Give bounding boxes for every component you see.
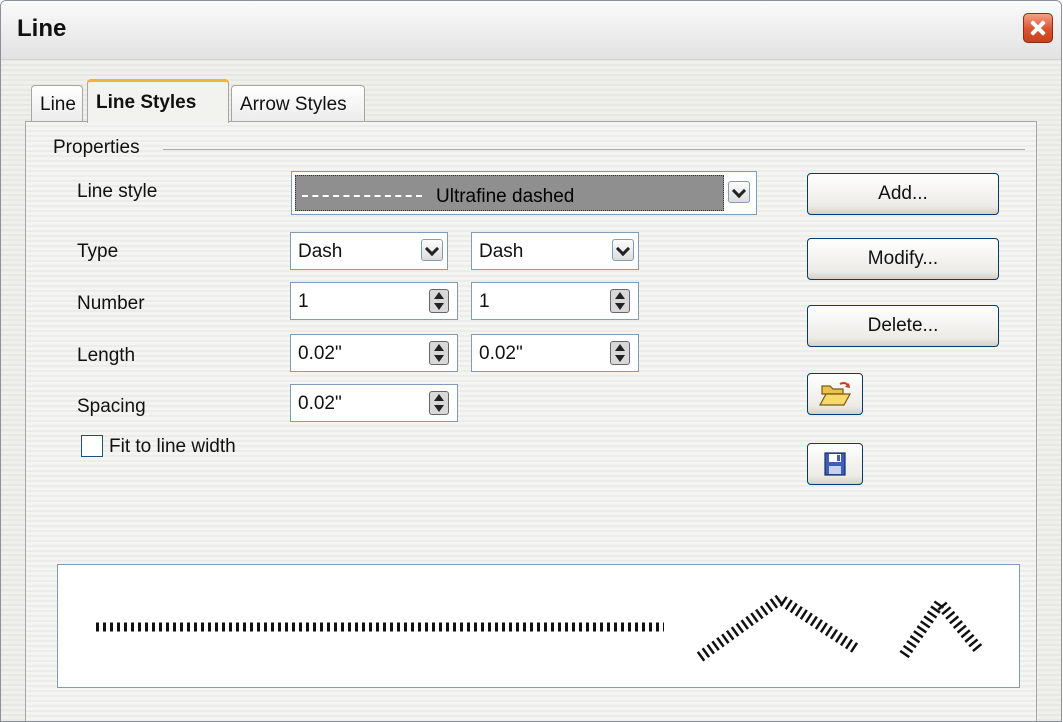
type-label: Type <box>77 241 119 262</box>
fit-to-line-width-label[interactable]: Fit to line width <box>109 436 236 458</box>
preview-canvas <box>96 592 985 662</box>
length-value-1: 0.02" <box>298 343 342 364</box>
length-spinbox-1[interactable]: 0.02" <box>290 334 458 372</box>
title-bar: Line <box>1 1 1061 60</box>
spacing-value: 0.02" <box>298 393 342 414</box>
tab-arrow-styles-label: Arrow Styles <box>240 94 347 115</box>
length-spinbox-2[interactable]: 0.02" <box>471 334 639 372</box>
properties-divider <box>163 149 1025 150</box>
fit-to-line-width-checkbox[interactable] <box>81 435 103 457</box>
number-value-1: 1 <box>298 291 309 312</box>
line-style-selection: Ultrafine dashed <box>295 175 724 211</box>
window-title: Line <box>17 15 67 42</box>
chevron-down-icon[interactable] <box>612 239 634 261</box>
line-style-dropdown[interactable]: Ultrafine dashed <box>291 171 757 215</box>
floppy-disk-icon <box>824 452 846 476</box>
spinner-icon[interactable] <box>429 391 449 415</box>
properties-legend: Properties <box>53 137 140 158</box>
line-style-label: Line style <box>77 181 158 202</box>
chevron-down-icon[interactable] <box>421 239 443 261</box>
preview-zigzag-line <box>696 592 862 662</box>
tab-line-styles[interactable]: Line Styles <box>87 79 229 123</box>
type-value-1: Dash <box>298 241 343 262</box>
modify-button[interactable]: Modify... <box>807 238 999 280</box>
add-button[interactable]: Add... <box>807 173 999 215</box>
save-line-styles-button[interactable] <box>807 443 863 485</box>
load-line-styles-button[interactable] <box>807 373 863 415</box>
line-style-value: Ultrafine dashed <box>436 186 575 207</box>
preview-corner-line <box>899 593 985 659</box>
spinner-icon[interactable] <box>429 341 449 365</box>
number-label: Number <box>77 293 145 314</box>
number-spinbox-1[interactable]: 1 <box>290 282 458 320</box>
spinner-icon[interactable] <box>429 289 449 313</box>
spacing-label: Spacing <box>77 396 146 417</box>
delete-button[interactable]: Delete... <box>807 305 999 347</box>
tab-line-label: Line <box>40 94 76 115</box>
length-value-2: 0.02" <box>479 343 523 364</box>
tab-line-styles-label: Line Styles <box>96 92 197 113</box>
line-style-sample <box>302 195 422 197</box>
tab-arrow-styles[interactable]: Arrow Styles <box>231 85 365 121</box>
number-spinbox-2[interactable]: 1 <box>471 282 639 320</box>
line-dialog: Line Line Line Styles Arrow Styles Prope… <box>0 0 1062 722</box>
spinner-icon[interactable] <box>610 341 630 365</box>
length-label: Length <box>77 345 136 366</box>
spacing-spinbox[interactable]: 0.02" <box>290 384 458 422</box>
type-dropdown-1[interactable]: Dash <box>290 232 448 270</box>
spinner-icon[interactable] <box>610 289 630 313</box>
tab-line[interactable]: Line <box>31 85 83 121</box>
chevron-down-icon[interactable] <box>728 181 750 203</box>
type-value-2: Dash <box>479 241 524 262</box>
type-dropdown-2[interactable]: Dash <box>471 232 639 270</box>
folder-open-icon <box>818 382 852 406</box>
number-value-2: 1 <box>479 291 490 312</box>
line-style-preview <box>57 564 1020 688</box>
close-icon[interactable] <box>1023 13 1053 43</box>
